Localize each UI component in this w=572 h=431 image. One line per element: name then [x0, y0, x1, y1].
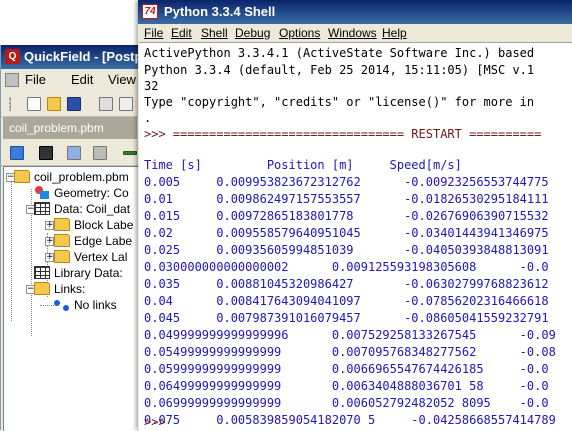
expand-icon[interactable]: +: [45, 253, 54, 262]
qf-menu-file[interactable]: File: [25, 69, 46, 91]
folder-icon: [34, 282, 50, 295]
folder-icon: [14, 170, 30, 183]
banner-line: Type "copyright", "credits" or "license(…: [144, 95, 535, 109]
problem-tree-view: − coil_problem.pbm Geometry: Co − Data: …: [3, 166, 140, 431]
output-row: 0.06999999999999999 0.006052792482052 80…: [144, 396, 549, 410]
expand-icon[interactable]: +: [45, 221, 54, 230]
output-row: 0.02 0.009558579640951045 -0.03401443941…: [144, 226, 549, 240]
save-document-icon[interactable]: [39, 146, 53, 160]
banner-line: .: [144, 111, 152, 125]
data-table-icon: [34, 202, 50, 215]
output-row: 0.01 0.009862497157553557 -0.01826530295…: [144, 192, 549, 206]
output-row: 0.025 0.00935605994851039 -0.04050393848…: [144, 243, 549, 257]
restart-line: >>> ================================ RES…: [144, 127, 542, 141]
output-row: 0.05499999999999999 0.007095768348277562…: [144, 345, 556, 359]
folder-icon: [54, 234, 70, 247]
quickfield-title: QuickField - [Postpr: [24, 49, 139, 64]
document-system-icon[interactable]: [5, 73, 19, 87]
menu-shell[interactable]: Shell: [201, 24, 228, 42]
python-shell-title: Python 3.3.4 Shell: [164, 4, 276, 19]
quickfield-toolbar-standard: [1, 92, 139, 117]
output-row: 0.045 0.007987391016079457 -0.0860504155…: [144, 311, 549, 325]
menu-debug[interactable]: Debug: [235, 24, 270, 42]
menu-options[interactable]: Options: [279, 24, 320, 42]
quickfield-app-icon: Q: [5, 49, 20, 64]
input-prompt[interactable]: >>>: [144, 414, 166, 431]
folder-icon: [54, 218, 70, 231]
tools-icon[interactable]: [93, 146, 107, 160]
geometry-icon: [34, 186, 50, 199]
open-folder-icon[interactable]: [47, 97, 61, 111]
output-row: 0.005 0.009953823672312762 -0.0092325655…: [144, 175, 549, 189]
menu-help[interactable]: Help: [382, 24, 407, 42]
menu-edit[interactable]: Edit: [171, 24, 192, 42]
quickfield-menu-bar: File Edit View: [1, 69, 139, 91]
output-row: 0.075 0.005839859054182070 5 -0.04258668…: [144, 413, 556, 427]
banner-line: 32: [144, 79, 159, 93]
shell-text-area[interactable]: ActivePython 3.3.4.1 (ActiveState Softwa…: [139, 42, 572, 431]
expand-icon[interactable]: +: [45, 237, 54, 246]
output-row: 0.030000000000000002 0.00912559319830560…: [144, 260, 549, 274]
link-network-icon: [54, 298, 70, 311]
save-icon[interactable]: [67, 97, 81, 111]
output-header: Time [s] Position [m] Speed[m/s]: [144, 158, 462, 172]
output-row: 0.04 0.008417643094041097 -0.07856202316…: [144, 294, 549, 308]
menu-file[interactable]: File: [144, 24, 163, 42]
toolbar-grip-icon: [9, 97, 12, 111]
folder-icon: [54, 250, 70, 263]
copy-icon[interactable]: [119, 97, 133, 111]
properties-icon[interactable]: [67, 146, 81, 160]
document-tab[interactable]: coil_problem.pbm: [3, 117, 137, 139]
menu-windows[interactable]: Windows: [328, 24, 377, 42]
library-table-icon: [34, 266, 50, 279]
qf-menu-view[interactable]: View: [108, 69, 136, 91]
output-row: 0.035 0.00881045320986427 -0.06302799768…: [144, 277, 549, 291]
quickfield-window: Q QuickField - [Postpr File Edit View co…: [0, 45, 140, 431]
output-row: 0.015 0.00972865183801778 -0.02676906390…: [144, 209, 549, 223]
qf-menu-edit[interactable]: Edit: [71, 69, 93, 91]
python-logo-icon: 74: [142, 4, 158, 19]
output-row: 0.06499999999999999 0.0063404888036701 5…: [144, 379, 549, 393]
banner-line: Python 3.3.4 (default, Feb 25 2014, 15:1…: [144, 63, 535, 77]
output-row: 0.049999999999999996 0.00752925813326754…: [144, 328, 556, 342]
window-layout-icon[interactable]: [10, 146, 24, 160]
output-row: 0.05999999999999999 0.006696554767442618…: [144, 362, 549, 376]
banner-line: ActivePython 3.3.4.1 (ActiveState Softwa…: [144, 46, 535, 60]
green-bar-icon[interactable]: [123, 151, 137, 155]
python-shell-window: 74 Python 3.3.4 Shell File Edit Shell De…: [138, 0, 572, 431]
python-shell-title-bar[interactable]: 74 Python 3.3.4 Shell: [138, 0, 572, 24]
new-document-icon[interactable]: [27, 97, 41, 111]
quickfield-toolbar-document: [1, 141, 139, 166]
cut-icon[interactable]: [99, 97, 113, 111]
quickfield-title-bar[interactable]: Q QuickField - [Postpr: [1, 45, 139, 69]
python-shell-menu-bar: File Edit Shell Debug Options Windows He…: [138, 24, 572, 42]
